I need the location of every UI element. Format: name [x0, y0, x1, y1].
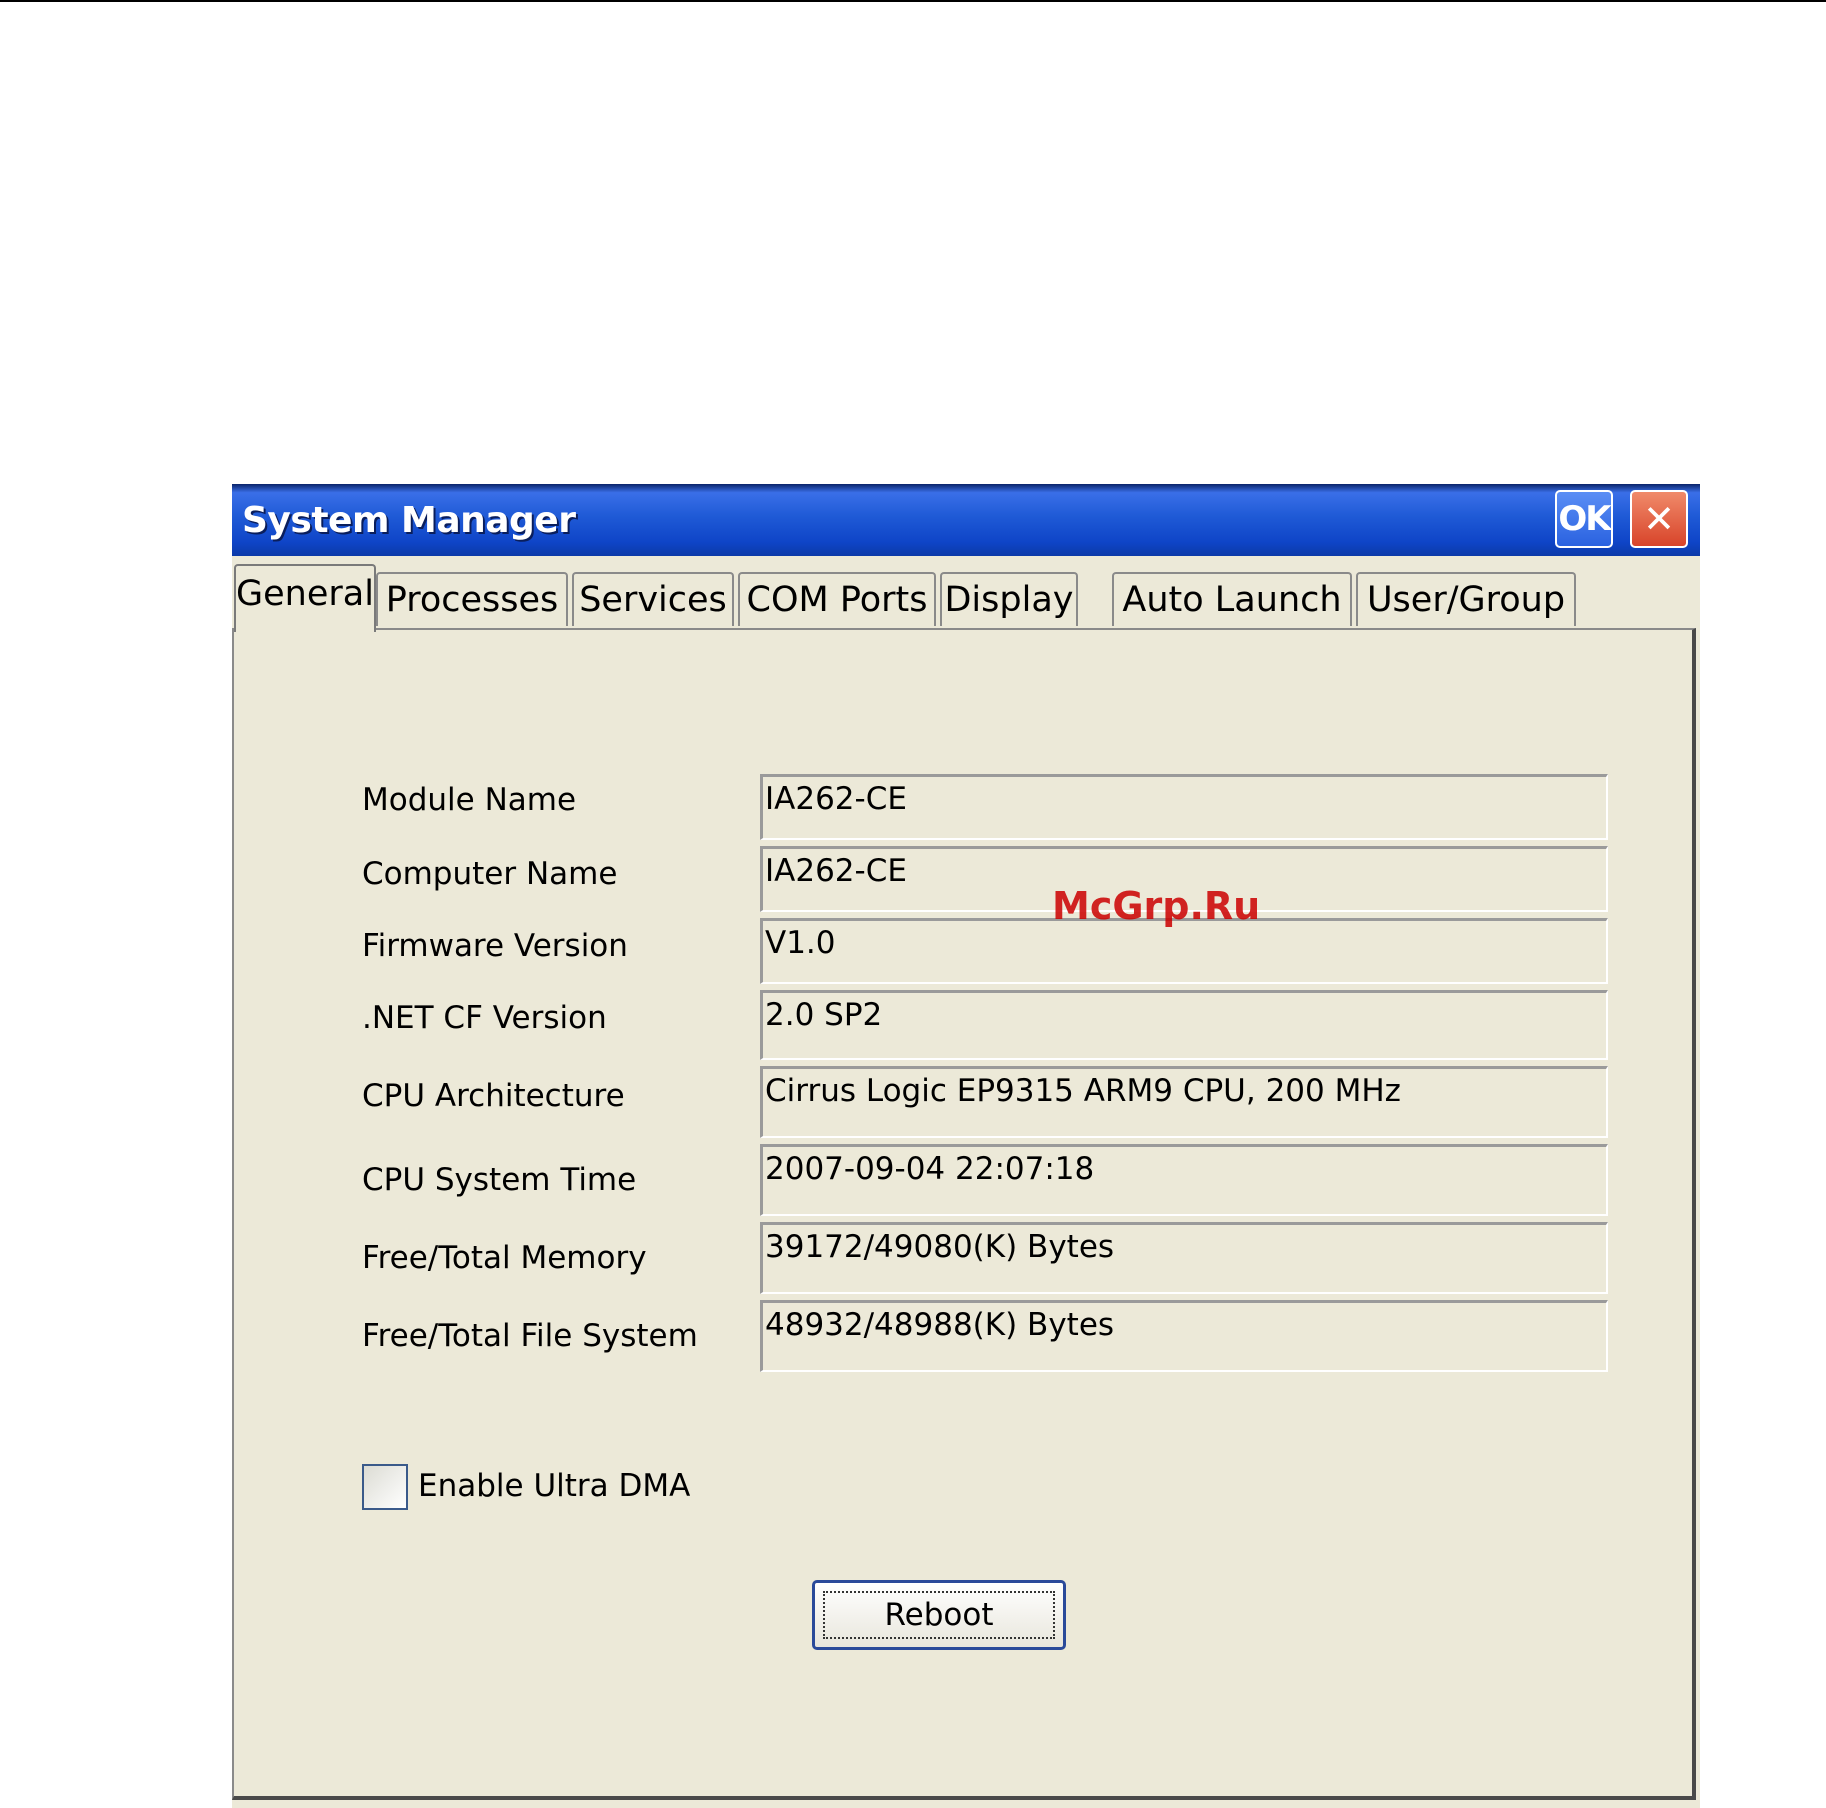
tab-general[interactable]: General [234, 564, 376, 632]
firmware-version-label: Firmware Version [362, 928, 628, 964]
tab-strip: General Processes Services COM Ports Dis… [232, 564, 1700, 632]
general-panel: Module Name IA262-CE Computer Name IA262… [232, 628, 1696, 1800]
close-icon: ✕ [1643, 497, 1675, 541]
free-total-memory-field[interactable]: 39172/49080(K) Bytes [760, 1222, 1608, 1294]
computer-name-label: Computer Name [362, 856, 618, 892]
cpu-system-time-field[interactable]: 2007-09-04 22:07:18 [760, 1144, 1608, 1216]
free-total-fs-field[interactable]: 48932/48988(K) Bytes [760, 1300, 1608, 1372]
free-total-memory-label: Free/Total Memory [362, 1240, 647, 1276]
window-title: System Manager [242, 500, 576, 541]
netcf-version-label: .NET CF Version [362, 1000, 607, 1036]
cpu-architecture-field[interactable]: Cirrus Logic EP9315 ARM9 CPU, 200 MHz [760, 1066, 1608, 1138]
free-total-fs-label: Free/Total File System [362, 1318, 698, 1354]
ultra-dma-checkbox[interactable] [362, 1464, 408, 1510]
system-manager-window: System Manager OK ✕ General Processes Se… [232, 484, 1700, 1808]
tab-user-group[interactable]: User/Group [1356, 572, 1576, 626]
module-name-label: Module Name [362, 782, 577, 818]
reboot-button[interactable]: Reboot [812, 1580, 1066, 1650]
close-button[interactable]: ✕ [1630, 490, 1688, 548]
module-name-field[interactable]: IA262-CE [760, 774, 1608, 840]
tab-com-ports[interactable]: COM Ports [738, 572, 936, 626]
netcf-version-field[interactable]: 2.0 SP2 [760, 990, 1608, 1060]
ultra-dma-label[interactable]: Enable Ultra DMA [418, 1468, 690, 1504]
tab-services[interactable]: Services [572, 572, 734, 626]
cpu-architecture-label: CPU Architecture [362, 1078, 625, 1114]
cpu-system-time-label: CPU System Time [362, 1162, 637, 1198]
tab-display[interactable]: Display [940, 572, 1078, 626]
ok-button[interactable]: OK [1555, 490, 1613, 548]
reboot-button-label: Reboot [823, 1591, 1055, 1639]
watermark-text: McGrp.Ru [1052, 884, 1261, 928]
top-rule [0, 0, 1826, 2]
tab-auto-launch[interactable]: Auto Launch [1112, 572, 1352, 626]
tab-processes[interactable]: Processes [376, 572, 568, 626]
title-bar[interactable]: System Manager OK ✕ [232, 484, 1700, 556]
